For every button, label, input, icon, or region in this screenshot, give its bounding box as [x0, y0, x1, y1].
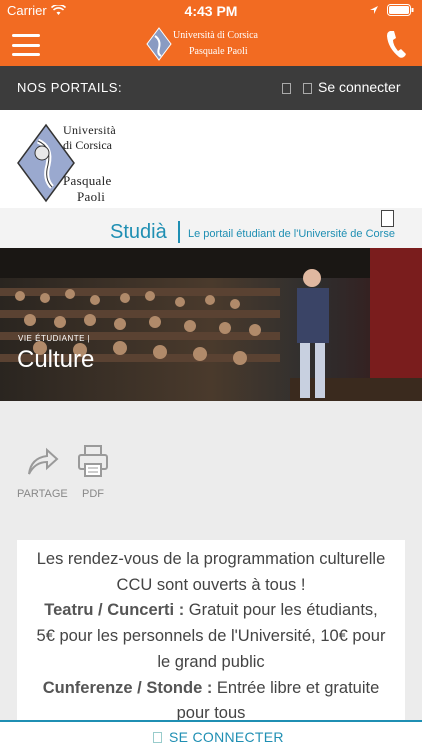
placeholder-icon	[282, 83, 291, 94]
status-bar: Carrier 4:43 PM	[0, 0, 422, 22]
content-line4: 5€ pour les personnels de l'Université, …	[36, 627, 386, 645]
studia-tagline: Le portail étudiant de l'Université de C…	[188, 228, 395, 240]
pdf-label: PDF	[82, 488, 104, 500]
phone-icon[interactable]	[386, 28, 408, 60]
content-line2: CCU sont ouverts à tous !	[116, 576, 306, 594]
logo-line4: Paoli	[77, 189, 106, 204]
portals-label[interactable]: NOS PORTAILS	[17, 80, 118, 95]
teatru-text: Gratuit pour les étudiants,	[184, 601, 378, 619]
teatru-label: Teatru / Cuncerti :	[44, 601, 185, 619]
cunferenze-text: Entrée libre et gratuite	[212, 679, 380, 697]
university-emblem-icon	[146, 27, 172, 61]
app-header: Università di Corsica Pasquale Paoli	[0, 22, 422, 66]
logo-band: Università di Corsica Pasquale Paoli	[0, 110, 422, 208]
bottom-login-label[interactable]: SE CONNECTER	[169, 729, 284, 745]
university-logo[interactable]: Università di Corsica Pasquale Paoli	[16, 121, 136, 204]
logo-line3: Pasquale	[63, 173, 112, 188]
user-icon	[153, 732, 162, 743]
login-link[interactable]: Se connecter	[318, 79, 401, 95]
share-label: PARTAGE	[17, 488, 68, 500]
studia-name[interactable]: Studià	[110, 221, 167, 244]
hero-kicker: VIE ÉTUDIANTE |	[18, 334, 91, 343]
logo-line1: Università	[63, 123, 116, 137]
logo-line2: di Corsica	[63, 138, 112, 152]
hero-title: Culture	[17, 346, 95, 373]
menu-icon[interactable]	[12, 34, 40, 56]
content-line5: le grand public	[157, 653, 265, 671]
printer-icon	[78, 445, 108, 477]
studia-band: Studià Le portail étudiant de l'Universi…	[0, 208, 422, 248]
divider	[178, 221, 180, 243]
header-logo-line1: Università di Corsica	[173, 30, 258, 41]
portals-colon: :	[118, 80, 122, 95]
status-time: 4:43 PM	[184, 3, 238, 19]
bottom-login-bar[interactable]: SE CONNECTER	[0, 720, 422, 752]
location-icon	[370, 6, 378, 14]
content-line1: Les rendez-vous de la programmation cult…	[36, 550, 386, 568]
cunferenze-label: Cunferenze / Stonde :	[42, 679, 213, 697]
actions-row: PARTAGE PDF	[0, 440, 422, 510]
header-logo-line2: Pasquale Paoli	[189, 46, 248, 57]
user-icon	[303, 83, 312, 94]
battery-icon	[387, 4, 414, 16]
content-line3: Teatru / Cuncerti : Gratuit pour les étu…	[17, 597, 405, 623]
header-logo[interactable]: Università di Corsica Pasquale Paoli	[145, 26, 285, 62]
share-icon	[28, 447, 59, 475]
hero-photo	[0, 248, 422, 401]
content-line6: Cunferenze / Stonde : Entrée libre et gr…	[17, 675, 405, 701]
pdf-button[interactable]: PDF	[77, 444, 109, 500]
portals-bar: NOS PORTAILS : Se connecter	[0, 66, 422, 110]
content-card: Les rendez-vous de la programmation cult…	[17, 540, 405, 730]
share-button[interactable]: PARTAGE	[17, 444, 68, 500]
hero-image: VIE ÉTUDIANTE | Culture	[0, 248, 422, 401]
tablet-icon[interactable]	[381, 210, 394, 227]
